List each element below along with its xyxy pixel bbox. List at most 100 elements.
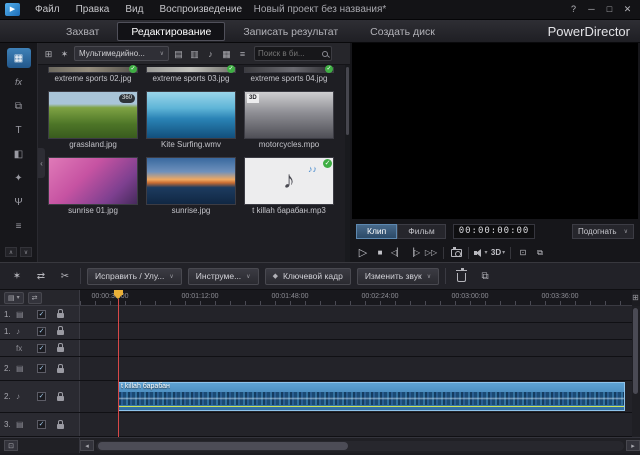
effect-room-icon[interactable]: fx — [7, 72, 31, 92]
menu-file[interactable]: Файл — [27, 0, 68, 20]
track-enable-checkbox[interactable]: ✓ — [37, 310, 46, 319]
3d-mode-button[interactable]: 3D ▾ — [490, 245, 506, 260]
track-enable-checkbox[interactable]: ✓ — [37, 364, 46, 373]
fix-enhance-button[interactable]: Исправить / Улу... ∨ — [87, 268, 182, 285]
playhead[interactable] — [114, 290, 123, 437]
library-item[interactable]: ✓ extreme sports 04.jpg — [244, 67, 334, 85]
library-item[interactable]: 3D motorcycles.mpo — [244, 91, 334, 151]
snapshot-button[interactable] — [448, 245, 464, 260]
lock-icon[interactable] — [57, 396, 64, 401]
track-lane[interactable] — [80, 340, 632, 356]
library-item[interactable]: ✓ extreme sports 02.jpg — [48, 67, 138, 85]
volume-button[interactable]: ▾ — [473, 245, 489, 260]
title-room-icon[interactable]: T — [7, 120, 31, 140]
media-room-icon[interactable]: ▦ — [7, 48, 31, 68]
lock-icon[interactable] — [57, 330, 64, 335]
keyframe-button[interactable]: ◆ Ключевой кадр — [265, 268, 351, 285]
track-header[interactable]: 2. ♪ ✓ — [0, 381, 80, 412]
lock-icon[interactable] — [57, 368, 64, 373]
media-filter-dropdown[interactable]: Мультимедийно... ∨ — [74, 46, 169, 61]
magic-tools-icon[interactable]: ✶ — [8, 268, 26, 284]
range-select-button[interactable]: ⇄ — [28, 292, 42, 304]
track-enable-checkbox[interactable]: ✓ — [37, 327, 46, 336]
library-item[interactable]: ✓ extreme sports 03.jpg — [146, 67, 236, 85]
track-lane[interactable]: t killah барабан — [80, 381, 632, 412]
scroll-right-button[interactable]: ▸ — [626, 440, 640, 451]
share-button[interactable]: ⧉ — [476, 268, 494, 284]
tab-produce[interactable]: Записать результат — [229, 22, 352, 41]
scrollbar-track[interactable] — [96, 441, 624, 451]
lock-icon[interactable] — [57, 313, 64, 318]
library-item[interactable]: sunrise 01.jpg — [48, 157, 138, 217]
scrollbar-thumb[interactable] — [633, 308, 638, 394]
menu-edit[interactable]: Правка — [68, 0, 118, 20]
scroll-left-button[interactable]: ◂ — [80, 440, 94, 451]
add-track-button[interactable]: ⊞ — [631, 292, 640, 304]
track-lane[interactable] — [80, 306, 632, 322]
thumbnail-view-icon[interactable]: ▤ — [172, 47, 185, 61]
tab-capture[interactable]: Захват — [52, 22, 113, 41]
tab-create-disc[interactable]: Создать диск — [356, 22, 449, 41]
track-header[interactable]: fx ✓ — [0, 340, 80, 356]
movie-mode-button[interactable]: Фильм — [397, 224, 445, 239]
tracks-vertical-scrollbar[interactable] — [632, 306, 640, 437]
track-header[interactable]: 1. ▤ ✓ — [0, 306, 80, 322]
timecode-display[interactable]: 00:00:00:00 — [453, 224, 536, 239]
tools-button[interactable]: Инструме... ∨ — [188, 268, 259, 285]
magic-wand-icon[interactable]: ✶ — [58, 47, 71, 61]
rooms-scroll-down-button[interactable]: ∨ — [20, 247, 32, 257]
transition-room-icon[interactable]: ◧ — [7, 144, 31, 164]
collapse-panel-handle[interactable]: ‹ — [38, 148, 45, 178]
timeline-zoom-button[interactable]: ⊡ — [4, 440, 18, 451]
track-lane[interactable] — [80, 413, 632, 436]
grid-view-icon[interactable]: ▦ — [220, 47, 233, 61]
next-frame-button[interactable]: ▕▷ — [406, 245, 422, 260]
delete-button[interactable] — [452, 268, 470, 284]
crossfade-tool-icon[interactable]: ⇄ — [32, 268, 50, 284]
minimize-button[interactable]: ─ — [583, 2, 600, 17]
subtitle-room-icon[interactable]: ≡ — [7, 216, 31, 236]
detail-view-icon[interactable]: ▥ — [188, 47, 201, 61]
timeline-ruler[interactable]: 00:00:36:00 00:01:12:00 00:01:48:00 00:0… — [80, 290, 632, 306]
library-menu-icon[interactable]: ≡ — [236, 47, 249, 61]
close-button[interactable]: ✕ — [619, 2, 636, 17]
fit-dropdown[interactable]: Подогнать ∨ — [572, 224, 634, 239]
track-lane[interactable] — [80, 323, 632, 339]
scrollbar-thumb[interactable] — [98, 442, 348, 450]
track-header[interactable]: 3. ▤ ✓ — [0, 413, 80, 436]
menu-playback[interactable]: Воспроизведение — [151, 0, 250, 20]
stop-button[interactable]: ■ — [372, 245, 388, 260]
fullscreen-button[interactable]: ⊡ — [515, 245, 531, 260]
volume-line[interactable] — [119, 406, 624, 407]
track-enable-checkbox[interactable]: ✓ — [37, 392, 46, 401]
preview-video-area[interactable] — [352, 43, 638, 219]
tab-edit[interactable]: Редактирование — [117, 22, 225, 41]
maximize-button[interactable]: □ — [601, 2, 618, 17]
particle-room-icon[interactable]: ✦ — [7, 168, 31, 188]
audio-clip[interactable]: t killah барабан — [118, 382, 625, 411]
fast-forward-button[interactable]: ▷▷ — [423, 245, 439, 260]
search-input[interactable] — [258, 49, 320, 58]
library-item[interactable]: ♪ ♪♪ ✓ t killah барабан.mp3 — [244, 157, 334, 217]
track-lane[interactable] — [80, 357, 632, 380]
pip-objects-room-icon[interactable]: ⧉ — [7, 96, 31, 116]
lock-icon[interactable] — [57, 347, 64, 352]
track-enable-checkbox[interactable]: ✓ — [37, 420, 46, 429]
library-item[interactable]: Kite Surfing.wmv — [146, 91, 236, 151]
play-button[interactable]: ▷ — [355, 245, 371, 260]
scrollbar-thumb[interactable] — [346, 67, 349, 135]
import-media-icon[interactable]: ⊞ — [42, 47, 55, 61]
menu-view[interactable]: Вид — [117, 0, 151, 20]
track-header[interactable]: 2. ▤ ✓ — [0, 357, 80, 380]
help-button[interactable]: ? — [565, 2, 582, 17]
lock-icon[interactable] — [57, 424, 64, 429]
music-filter-icon[interactable]: ♪ — [204, 47, 217, 61]
track-enable-checkbox[interactable]: ✓ — [37, 344, 46, 353]
voiceover-room-icon[interactable]: Ψ — [7, 192, 31, 212]
edit-audio-button[interactable]: Изменить звук ∨ — [357, 268, 439, 285]
library-item[interactable]: 360 grassland.jpg — [48, 91, 138, 151]
rooms-scroll-up-button[interactable]: ∧ — [5, 247, 17, 257]
track-manager-button[interactable]: ▤ ▾ — [4, 292, 24, 304]
track-header[interactable]: 1. ♪ ✓ — [0, 323, 80, 339]
detach-preview-button[interactable]: ⧉ — [532, 245, 548, 260]
